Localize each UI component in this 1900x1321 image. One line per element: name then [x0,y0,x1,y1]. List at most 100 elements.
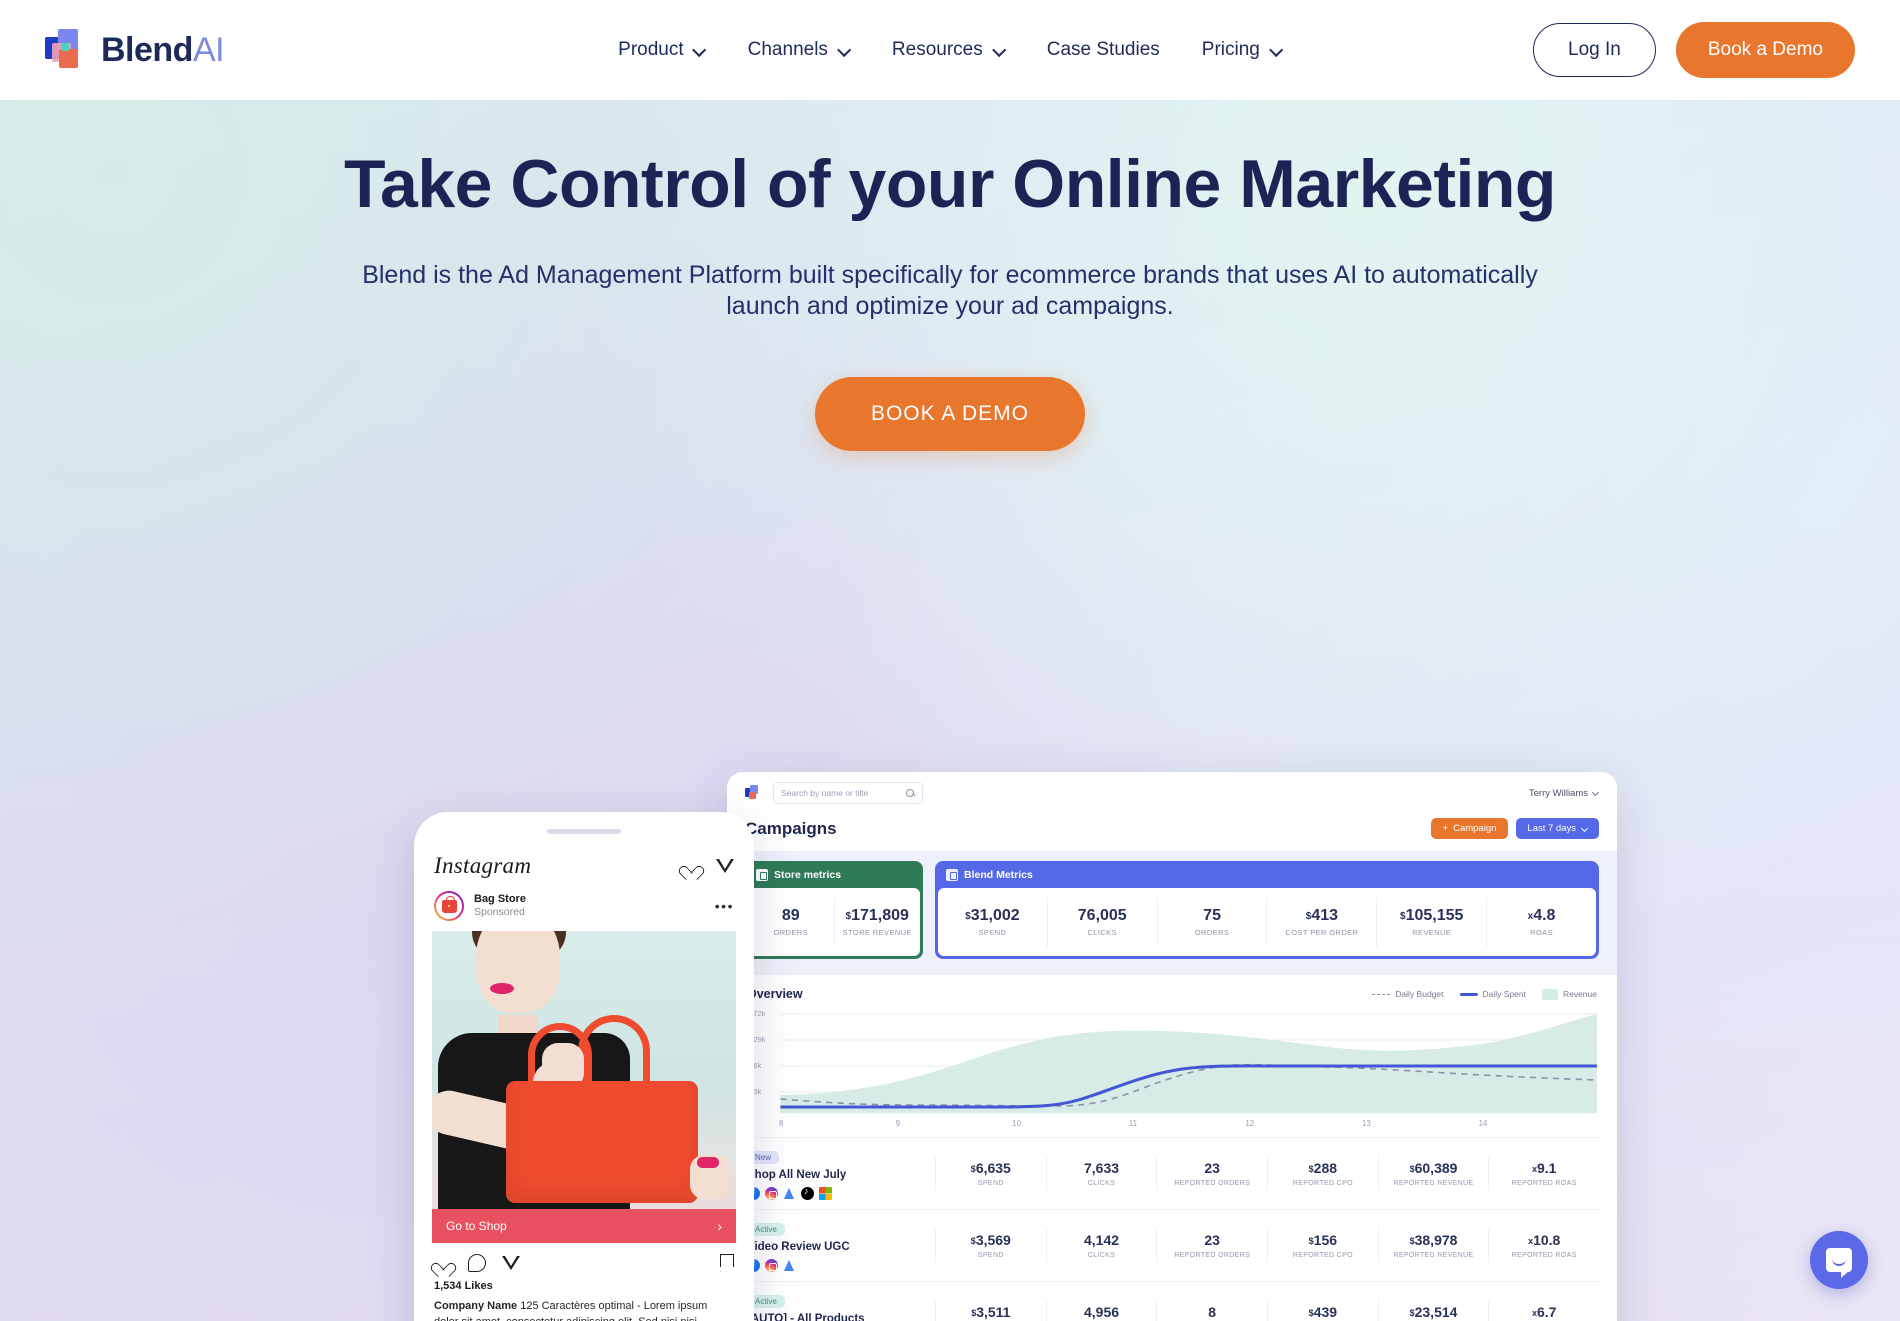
legend-item-revenue: Revenue [1541,988,1597,1000]
book-demo-button[interactable]: Book a Demo [1675,22,1855,78]
more-options-icon[interactable]: ••• [715,899,734,913]
like-icon[interactable] [434,1254,452,1272]
nav-label: Case Studies [1046,39,1160,60]
date-range-label: Last 7 days [1527,823,1576,834]
campaign-list: New Shop All New July $6,635SPEND 7,633C… [745,1137,1599,1321]
table-row[interactable]: Active [AUTO] - All Products $3,511SPEND… [745,1281,1599,1321]
metric-value: $105,155 [1381,907,1482,925]
cell-label: SPEND [977,1252,1004,1260]
chart-plot-area: $172k $129k $86k $43k 0 [745,1007,1599,1135]
store-metrics-header: Store metrics [748,864,920,888]
cell-value: 38,978 [1414,1231,1458,1248]
handbag-icon [441,895,457,913]
cell-value: 6,635 [975,1159,1011,1176]
cell-value: 60,389 [1414,1159,1458,1176]
channel-icons [747,1186,935,1200]
cell-label: REPORTED CPO [1292,1252,1353,1260]
nav-label: Product [618,39,684,60]
chevron-down-icon [695,45,706,56]
metric-cell: $413 COST PER ORDER [1267,896,1378,948]
metric-label: REVENUE [1412,928,1452,938]
search-input[interactable]: Search by name or title [773,782,923,804]
cell-label: CLICKS [1087,1180,1116,1188]
cell-label: REPORTED REVENUE [1393,1252,1474,1260]
legend-item-daily-spent: Daily Spent [1459,989,1526,999]
metric-value: 76,005 [1052,907,1153,925]
login-button[interactable]: Log In [1533,23,1656,77]
instagram-account-row: Bag Store Sponsored ••• [432,889,736,931]
dashboard-header: Campaigns + Campaign Last 7 days [727,814,1617,851]
comment-icon[interactable] [468,1254,486,1272]
table-row[interactable]: Active Video Review UGC $3,569SPEND 4,14… [745,1209,1599,1281]
bookmark-icon[interactable] [718,1254,735,1274]
nav-item-case-studies[interactable]: Case Studies [1047,39,1160,61]
metric-value: 89 [752,907,830,925]
hero-subtitle: Blend is the Ad Management Platform buil… [362,261,1538,320]
blend-metrics-card: Blend Metrics $31,002 SPEND 76,005 CLICK… [935,861,1599,959]
metric-number: 413 [1311,906,1339,924]
new-campaign-button[interactable]: + Campaign [1430,818,1509,839]
user-menu[interactable]: Terry Williams [1529,788,1599,799]
store-metrics-values: 89 ORDERS $171,809 STORE REVENUE [748,888,920,956]
account-name: Bag Store [474,892,526,905]
share-icon[interactable] [502,1254,520,1272]
ad-creative-image [432,931,736,1209]
metric-label: CLICKS [1087,928,1117,938]
chart-title: Overview [747,987,803,1001]
table-row[interactable]: New Shop All New July $6,635SPEND 7,633C… [745,1137,1599,1209]
cell-value: 4,956 [1083,1303,1120,1320]
campaign-name: Video Review UGC [747,1241,850,1253]
metric-cell: $171,809 STORE REVENUE [835,897,921,948]
cell-label: REPORTED ORDERS [1174,1252,1251,1260]
instagram-post-card: Instagram Bag Store Sponsored ••• Go to … [432,849,736,1321]
send-icon[interactable] [716,857,734,875]
go-to-shop-button[interactable]: Go to Shop › [432,1209,736,1243]
x-tick-label: 8 [779,1119,784,1128]
metric-value: x4.8 [1491,907,1592,925]
metrics-band: Store metrics 89 ORDERS $171,809 STORE R… [727,851,1617,975]
heart-icon[interactable] [682,857,700,875]
caption-author: Company Name [434,1300,518,1312]
table-cell: $60,389 REPORTED REVENUE [1377,1155,1489,1192]
metric-label: SPEND [978,928,1007,938]
metric-cell: 76,005 CLICKS [1048,896,1158,948]
date-range-selector[interactable]: Last 7 days [1516,818,1599,839]
metric-cell: $105,155 REVENUE [1377,896,1488,948]
x-tick-label: 9 [895,1119,901,1128]
sponsored-label: Sponsored [474,906,525,919]
avatar[interactable] [434,891,464,921]
likes-count: 1,534 Likes [434,1280,493,1292]
cell-label: CLICKS [1087,1252,1116,1260]
nav-label: Channels [747,39,828,60]
cell-value: 7,633 [1083,1159,1120,1176]
chevron-down-icon [994,45,1005,56]
cell-value: 3,511 [976,1303,1011,1320]
chevron-down-icon [1593,790,1599,796]
table-cell: $6,635 SPEND [935,1155,1046,1192]
table-cell: x9.1 REPORTED ROAS [1488,1155,1599,1192]
campaigns-dashboard-mockup: Search by name or title Terry Williams C… [727,772,1617,1321]
blend-logo-icon-small [745,785,761,801]
legend-label: Revenue [1562,989,1597,999]
table-cell: 23 REPORTED ORDERS [1156,1227,1267,1264]
nav-actions: Log In Book a Demo [1533,22,1860,78]
table-cell: 23 REPORTED ORDERS [1156,1155,1267,1192]
metric-number: 31,002 [970,906,1020,924]
chart-legend: Daily Budget Daily Spent Revenue [1372,988,1597,1000]
metric-number: 89 [781,906,800,924]
brand-logo[interactable]: BlendAI [40,29,225,71]
nav-item-product[interactable]: Product [618,39,705,61]
nav-item-channels[interactable]: Channels [748,39,850,61]
metric-number: 75 [1203,906,1221,924]
nav-item-resources[interactable]: Resources [892,39,1005,61]
chat-widget-button[interactable] [1810,1231,1868,1289]
campaign-name: [AUTO] - All Products [747,1313,865,1321]
top-navbar: BlendAI Product Channels Resources Case … [0,0,1900,100]
nav-item-pricing[interactable]: Pricing [1202,39,1282,61]
nav-label: Pricing [1201,39,1260,60]
hero-book-demo-button[interactable]: BOOK A DEMO [814,377,1086,451]
instagram-icon [765,1259,778,1272]
x-tick-label: 10 [1012,1119,1022,1128]
x-tick-label: 11 [1128,1119,1138,1128]
metric-number: 4.8 [1533,906,1556,924]
